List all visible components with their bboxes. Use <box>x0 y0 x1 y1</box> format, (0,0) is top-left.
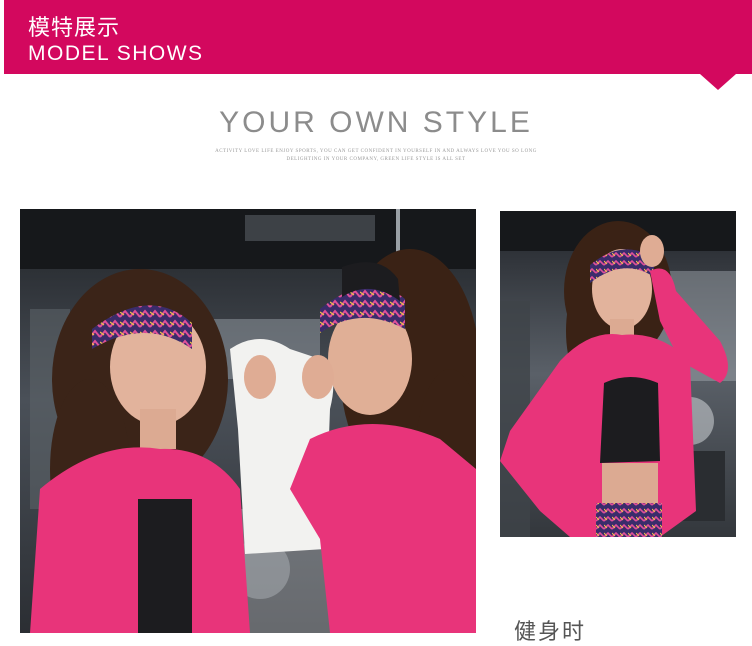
header-title-en: MODEL SHOWS <box>28 42 204 65</box>
section-title: YOUR OWN STYLE <box>219 106 533 139</box>
header-banner: 模特展示 MODEL SHOWS <box>4 0 752 74</box>
model-photo-right <box>500 211 736 537</box>
photo-icon <box>20 209 476 633</box>
section-subtitle-line1: ACTIVITY LOVE LIFE ENJOY SPORTS, YOU CAN… <box>215 149 537 154</box>
caption-text: 健身时 <box>514 620 587 645</box>
header-title-cn: 模特展示 <box>28 16 121 41</box>
photo-icon <box>500 211 736 537</box>
model-photo-left <box>20 209 476 633</box>
section-subtitle-line2: DELIGHTING IN YOUR COMPANY, GREEN LIFE S… <box>286 157 466 162</box>
banner-notch <box>700 74 736 90</box>
